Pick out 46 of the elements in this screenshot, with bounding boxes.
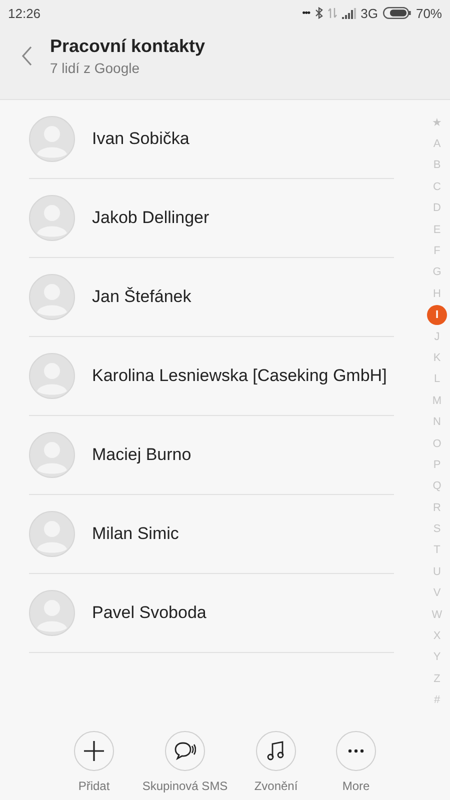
- action-label: Zvonění: [254, 779, 298, 793]
- contact-name: Maciej Burno: [92, 445, 192, 465]
- music-note-icon: [267, 741, 285, 761]
- signal-icon: [342, 8, 356, 18]
- status-dots: •••: [302, 8, 310, 18]
- index-letter[interactable]: ★: [427, 112, 447, 134]
- avatar-icon: [29, 195, 75, 241]
- avatar-icon: [29, 274, 75, 320]
- add-button[interactable]: [74, 731, 114, 771]
- contact-name: Ivan Sobička: [92, 129, 190, 149]
- contact-name: Karolina Lesniewska [Caseking GmbH]: [92, 366, 387, 386]
- page-subtitle: 7 lidí z Google: [50, 60, 140, 76]
- contact-row[interactable]: Jakob Dellinger: [29, 179, 394, 258]
- action-label: Skupinová SMS: [142, 779, 228, 793]
- contact-row[interactable]: Milan Simic: [29, 495, 394, 574]
- ringtone-button[interactable]: [256, 731, 296, 771]
- avatar-icon: [29, 116, 75, 162]
- sms-button[interactable]: [165, 731, 205, 771]
- avatar-icon: [29, 511, 75, 557]
- speech-bubble-icon: [174, 741, 196, 761]
- avatar-icon: [29, 432, 75, 478]
- contact-row[interactable]: Maciej Burno: [29, 416, 394, 495]
- contact-name: Jan Štefánek: [92, 287, 192, 307]
- data-arrows-icon: [328, 7, 337, 19]
- action-label: Přidat: [78, 779, 110, 793]
- contact-row[interactable]: Pavel Svoboda: [29, 574, 394, 653]
- plus-icon: [84, 741, 104, 761]
- contact-name: Pavel Svoboda: [92, 603, 206, 623]
- action-label: More: [342, 779, 370, 793]
- bluetooth-icon: [314, 7, 323, 19]
- battery-percent: 70%: [416, 6, 442, 20]
- page-title: Pracovní kontakty: [50, 36, 206, 56]
- status-time: 12:26: [8, 6, 41, 20]
- index-letter[interactable]: I: [427, 305, 447, 326]
- contact-row[interactable]: Karolina Lesniewska [Caseking GmbH]: [29, 337, 394, 416]
- contact-row[interactable]: Ivan Sobička: [29, 100, 394, 179]
- contact-name: Milan Simic: [92, 524, 179, 544]
- avatar-icon: [29, 590, 75, 636]
- more-icon: [348, 749, 364, 753]
- contact-row[interactable]: Jan Štefánek: [29, 258, 394, 337]
- avatar-icon: [29, 353, 75, 399]
- contact-name: Jakob Dellinger: [92, 208, 210, 228]
- network-type: 3G: [360, 6, 378, 20]
- index-letter[interactable]: #: [427, 690, 447, 711]
- back-icon[interactable]: [21, 46, 33, 66]
- battery-icon: [382, 7, 411, 19]
